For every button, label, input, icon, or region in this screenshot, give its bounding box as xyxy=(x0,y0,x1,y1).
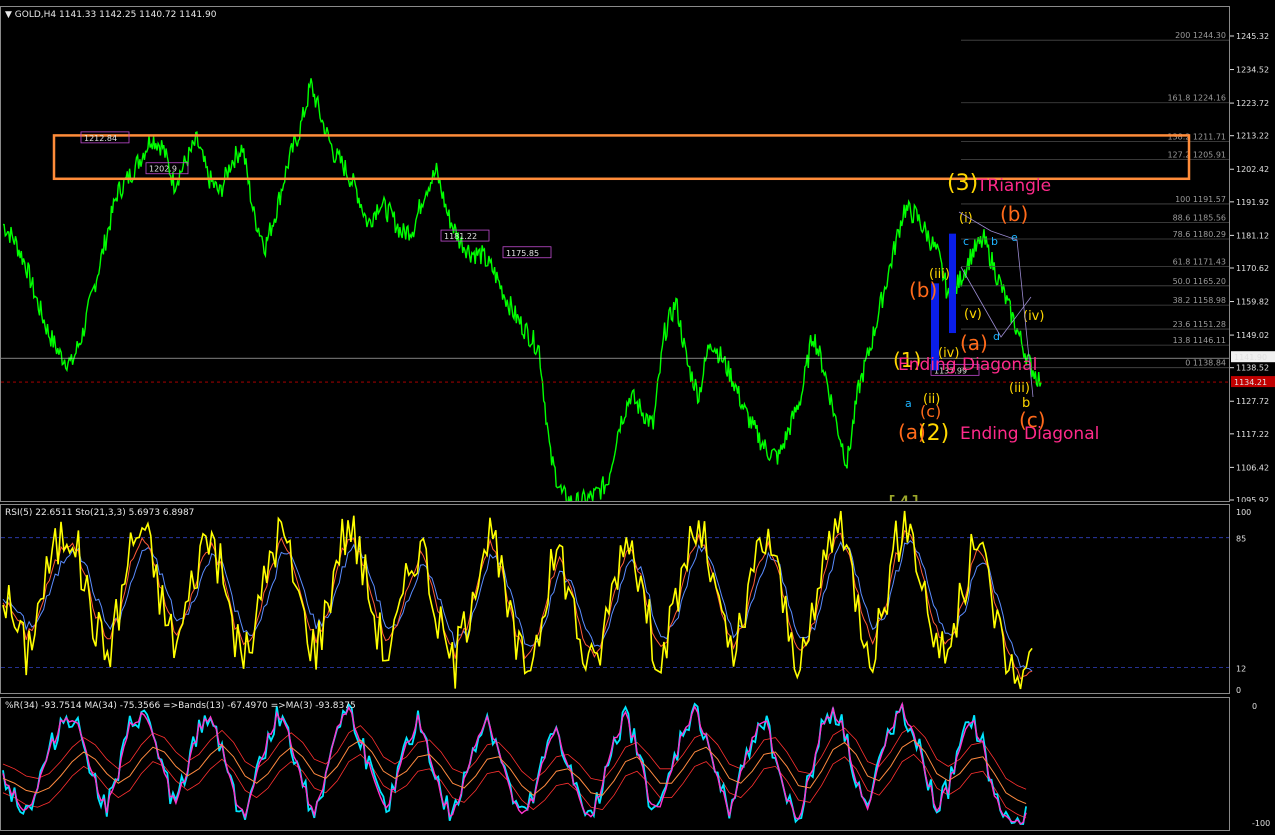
oscillator-axis: 100 85 12 0 xyxy=(1230,504,1275,694)
price-tag-label: 1181.22 xyxy=(444,232,477,241)
symbol-ohlc-text: GOLD,H4 1141.33 1142.25 1140.72 1141.90 xyxy=(14,10,217,20)
wave-label: (iv) xyxy=(938,346,959,361)
price-tick-label: 1245.32 xyxy=(1236,32,1269,41)
williams-r-header: %R(34) -93.7514 MA(34) -75.3566 =>Bands(… xyxy=(5,701,356,711)
price-tick-label: 1138.52 xyxy=(1236,364,1269,373)
fib-level-label: 138.2 1211.71 xyxy=(1167,132,1226,141)
rsi-stochastic-svg xyxy=(1,510,1229,690)
current-price-label: 1141.90 xyxy=(1234,353,1267,362)
oscillator-header: RSI(5) 22.6511 Sto(21,3,3) 5.6973 6.8987 xyxy=(5,508,195,518)
fib-level-label: 61.8 1171.43 xyxy=(1173,257,1226,266)
fib-level-label: 38.2 1158.98 xyxy=(1173,296,1226,305)
price-tick-label: 1149.02 xyxy=(1236,331,1269,340)
price-pane[interactable]: 200 1244.30 161.8 1224.16 138.2 1211.71 127… xyxy=(0,6,1230,502)
price-tick-label: 1170.62 xyxy=(1236,264,1269,273)
fib-level-label: 0 1138.84 xyxy=(1185,359,1226,368)
symbol-header: ▼ GOLD,H4 1141.33 1142.25 1140.72 1141.9… xyxy=(5,10,216,20)
wave-label: (b) xyxy=(1000,202,1028,226)
williams-r-svg xyxy=(2,701,1027,825)
wave-highlight-rect xyxy=(949,233,956,334)
oscillator-tick-label: 85 xyxy=(1236,535,1246,544)
rsi-stochastic-pane[interactable]: RSI(5) 22.6511 Sto(21,3,3) 5.6973 6.8987 xyxy=(0,504,1230,694)
price-tag-label: 1202.9 xyxy=(149,165,177,174)
price-tag-label: 1212.84 xyxy=(84,134,117,143)
wave-label: a xyxy=(905,397,912,410)
stochastic-main-line xyxy=(2,529,1033,680)
price-line xyxy=(2,78,1042,501)
fib-level-label: 127.2 1205.91 xyxy=(1167,150,1226,159)
bands-upper-line xyxy=(2,725,1027,790)
price-tick-label: 1106.42 xyxy=(1236,463,1269,472)
price-axis-svg: 1245.32 1234.52 1223.72 1213.22 1202.42 1191.… xyxy=(1230,32,1275,502)
wave-label: (iii) xyxy=(1009,381,1030,396)
fib-level-label: 100 1191.57 xyxy=(1175,195,1226,204)
wave-label: [4] xyxy=(888,493,919,501)
wave-label: (iii) xyxy=(929,267,950,282)
fib-level-label: 23.6 1151.28 xyxy=(1173,320,1226,329)
williams-r-pane[interactable]: %R(34) -93.7514 MA(34) -75.3566 =>Bands(… xyxy=(0,697,1230,831)
price-tick-label: 1117.22 xyxy=(1236,430,1269,439)
price-tick-label: 1213.22 xyxy=(1236,132,1269,141)
oscillator-tick-label: 0 xyxy=(1236,686,1241,694)
price-tick-label: 1095.92 xyxy=(1236,496,1269,502)
wave-label: (ii) xyxy=(923,392,940,407)
price-tick-label: 1191.92 xyxy=(1236,198,1269,207)
fib-level-label: 13.8 1146.11 xyxy=(1173,336,1226,345)
resistance-zone-box xyxy=(52,134,1191,181)
fib-level-label: 161.8 1224.16 xyxy=(1167,94,1226,103)
collapse-triangle-icon[interactable]: ▼ xyxy=(5,10,15,20)
wave-label: b xyxy=(1022,396,1030,411)
fib-level-label: 200 1244.30 xyxy=(1175,31,1226,40)
wave-label: (c) xyxy=(1019,408,1046,432)
price-tick-label: 1181.12 xyxy=(1236,231,1269,240)
wave-label: (a) xyxy=(960,331,988,355)
wave-label: (v) xyxy=(964,307,982,322)
price-tick-label: 1159.82 xyxy=(1236,298,1269,307)
wave-label: (3) xyxy=(947,171,978,196)
price-axis[interactable]: 1245.32 1234.52 1223.72 1213.22 1202.42 1191.… xyxy=(1230,6,1275,502)
wave-label: b xyxy=(991,235,998,248)
fib-level-label: 50.0 1165.20 xyxy=(1173,277,1226,286)
price-tick-label: 1223.72 xyxy=(1236,99,1269,108)
oscillator-tick-label: 100 xyxy=(1236,508,1251,517)
price-tag-label: 1175.85 xyxy=(506,249,539,258)
price-tick-label: 1127.72 xyxy=(1236,397,1269,406)
williams-r-axis: 0 -100 xyxy=(1230,697,1275,831)
wave-label: (a) xyxy=(898,420,926,444)
williams-r-tick-label: 0 xyxy=(1252,702,1257,711)
bid-price-label: 1134.21 xyxy=(1234,378,1267,387)
price-tick-label: 1202.42 xyxy=(1236,165,1269,174)
price-tick-label: 1234.52 xyxy=(1236,66,1269,75)
wave-label: TRiangle xyxy=(976,176,1051,196)
wave-label: Ending Diagonal xyxy=(898,355,1037,375)
oscillator-tick-label: 12 xyxy=(1236,665,1246,674)
fib-level-label: 88.6 1185.56 xyxy=(1173,214,1226,223)
fib-level-label: 78.6 1180.29 xyxy=(1173,230,1226,239)
wave-label: (iv) xyxy=(1023,309,1044,324)
wave-label: d xyxy=(993,330,1000,343)
oscillator-axis-svg: 100 85 12 0 xyxy=(1236,508,1251,694)
williams-r-tick-label: -100 xyxy=(1252,819,1270,828)
williams-r-axis-svg: 0 -100 xyxy=(1252,702,1270,828)
price-chart-svg[interactable]: 200 1244.30 161.8 1224.16 138.2 1211.71 127… xyxy=(1,7,1229,501)
wave-label: c xyxy=(963,235,969,248)
